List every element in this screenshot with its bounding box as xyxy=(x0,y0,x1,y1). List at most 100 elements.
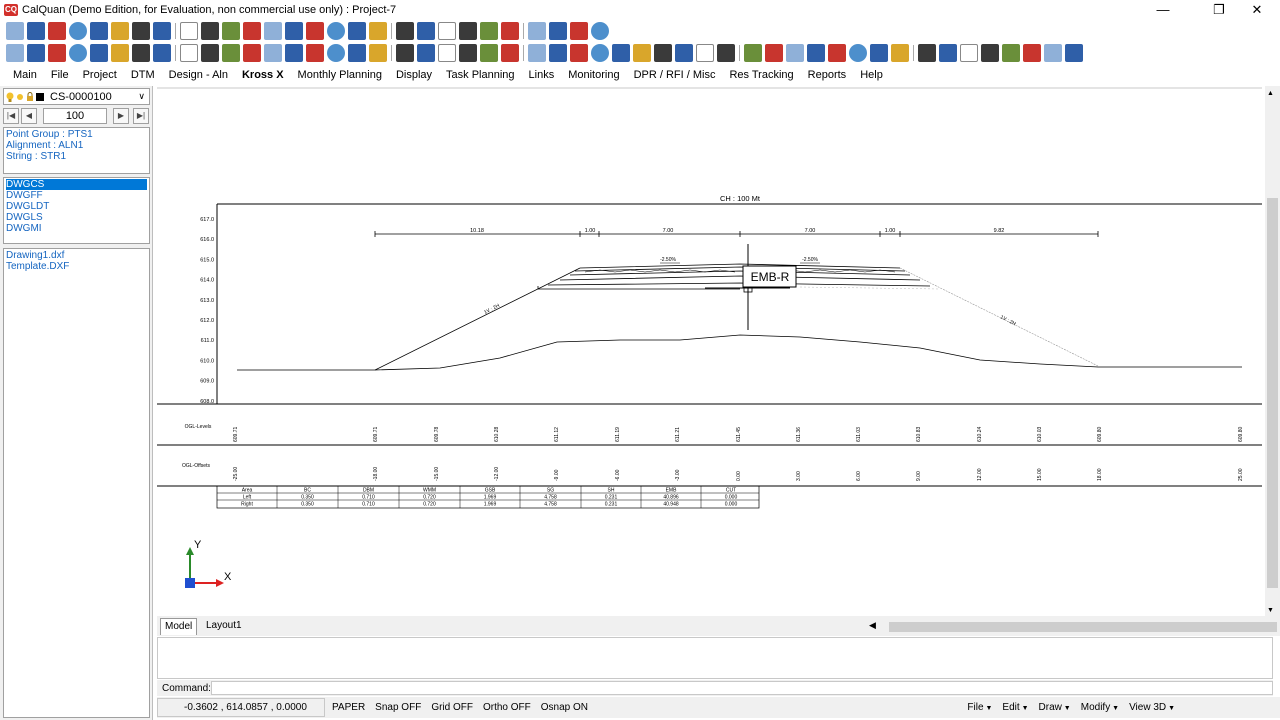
settings-icon[interactable] xyxy=(549,44,567,62)
print-icon[interactable] xyxy=(6,44,24,62)
text-icon[interactable] xyxy=(201,22,219,40)
cut-icon[interactable] xyxy=(348,22,366,40)
menu-links[interactable]: Links xyxy=(522,69,562,81)
menu-dpr-rfi-misc[interactable]: DPR / RFI / Misc xyxy=(627,69,723,81)
text-style-icon[interactable] xyxy=(675,44,693,62)
menu-kross-x[interactable]: Kross X xyxy=(235,69,291,81)
last-section-button[interactable]: ▶| xyxy=(133,107,149,124)
extend-icon[interactable] xyxy=(654,44,672,62)
text-icon[interactable] xyxy=(591,22,609,40)
rotate-icon[interactable] xyxy=(939,44,957,62)
command-input[interactable] xyxy=(211,681,1273,695)
move-icon[interactable] xyxy=(918,44,936,62)
cross-section-dropdown[interactable]: CS-0000100 ∨ xyxy=(3,88,150,105)
bulb-icon[interactable] xyxy=(48,44,66,62)
menu-dtm[interactable]: DTM xyxy=(124,69,162,81)
undo-icon[interactable] xyxy=(786,44,804,62)
open-icon[interactable] xyxy=(417,22,435,40)
menu-help[interactable]: Help xyxy=(853,69,890,81)
print-icon[interactable] xyxy=(348,44,366,62)
layer-item[interactable]: DWGMI xyxy=(6,223,147,234)
zoom-out-icon[interactable] xyxy=(153,44,171,62)
undo-icon[interactable] xyxy=(438,44,456,62)
snap-icon[interactable] xyxy=(369,44,387,62)
close-button[interactable]: ✕ xyxy=(1234,0,1280,20)
bulb-icon[interactable] xyxy=(396,44,414,62)
scroll-down-icon[interactable]: ▼ xyxy=(1267,607,1274,614)
polyline-icon[interactable] xyxy=(222,22,240,40)
status-menu-file[interactable]: File ▼ xyxy=(962,702,997,713)
hscroll-thumb[interactable] xyxy=(889,622,1277,632)
menu-res-tracking[interactable]: Res Tracking xyxy=(722,69,800,81)
menu-monthly-planning[interactable]: Monthly Planning xyxy=(291,69,389,81)
menu-reports[interactable]: Reports xyxy=(801,69,854,81)
mode-snap-off[interactable]: Snap OFF xyxy=(370,702,426,713)
chainage-input[interactable]: 100 xyxy=(43,107,107,124)
status-menu-edit[interactable]: Edit ▼ xyxy=(997,702,1033,713)
move-icon[interactable] xyxy=(222,44,240,62)
horizontal-scrollbar[interactable]: ◀ ▶ xyxy=(869,619,1280,634)
zoom-window-icon[interactable] xyxy=(549,22,567,40)
redo-icon[interactable] xyxy=(807,44,825,62)
next-section-button[interactable]: ▶ xyxy=(113,107,129,124)
snap-icon[interactable] xyxy=(27,44,45,62)
text-style-icon[interactable] xyxy=(327,44,345,62)
new-icon[interactable] xyxy=(6,22,24,40)
trim-icon[interactable] xyxy=(285,44,303,62)
settings-icon[interactable] xyxy=(891,44,909,62)
tab-model[interactable]: Model xyxy=(160,618,198,635)
magnet-icon[interactable] xyxy=(69,44,87,62)
pan-icon[interactable] xyxy=(132,22,150,40)
new-icon[interactable] xyxy=(396,22,414,40)
zoom-out-icon[interactable] xyxy=(849,44,867,62)
status-menu-modify[interactable]: Modify ▼ xyxy=(1076,702,1124,713)
chevron-down-icon[interactable]: ∨ xyxy=(138,91,145,102)
layer-icon[interactable] xyxy=(459,22,477,40)
scroll-thumb[interactable] xyxy=(1267,198,1278,588)
open-icon[interactable] xyxy=(27,22,45,40)
undo-icon[interactable] xyxy=(90,44,108,62)
point-icon[interactable] xyxy=(90,22,108,40)
prev-section-button[interactable]: ◀ xyxy=(21,107,37,124)
zoom-window-icon[interactable] xyxy=(153,22,171,40)
menu-main[interactable]: Main xyxy=(6,69,44,81)
save-icon[interactable] xyxy=(48,22,66,40)
menu-monitoring[interactable]: Monitoring xyxy=(561,69,626,81)
text-style-icon[interactable] xyxy=(1023,44,1041,62)
layer-item[interactable]: DWGLDT xyxy=(6,201,147,212)
magnet-icon[interactable] xyxy=(765,44,783,62)
redo-icon[interactable] xyxy=(111,44,129,62)
circle-icon[interactable] xyxy=(243,22,261,40)
print-icon[interactable] xyxy=(1044,44,1062,62)
grid-icon[interactable] xyxy=(111,22,129,40)
file-item[interactable]: Drawing1.dxf xyxy=(6,250,147,261)
status-menu-draw[interactable]: Draw ▼ xyxy=(1034,702,1076,713)
zoom-in-icon[interactable] xyxy=(480,44,498,62)
menu-display[interactable]: Display xyxy=(389,69,439,81)
status-menu-view-3d[interactable]: View 3D ▼ xyxy=(1124,702,1180,713)
mirror-icon[interactable] xyxy=(264,44,282,62)
first-section-button[interactable]: |◀ xyxy=(3,107,19,124)
snap-icon[interactable] xyxy=(717,44,735,62)
trim-icon[interactable] xyxy=(981,44,999,62)
dimension-icon[interactable] xyxy=(306,22,324,40)
drawing-canvas[interactable]: CH : 100 Mt 617.0 616.0 615.0 614.0 613.0 612… xyxy=(157,86,1265,616)
redo-icon[interactable] xyxy=(459,44,477,62)
grid-icon[interactable] xyxy=(501,22,519,40)
layer-item[interactable]: DWGCS xyxy=(6,179,147,190)
mode-paper[interactable]: PAPER xyxy=(327,702,370,713)
move-icon[interactable] xyxy=(570,44,588,62)
layer-icon[interactable] xyxy=(69,22,87,40)
minimize-button[interactable]: — xyxy=(1140,0,1186,20)
zoom-extents-icon[interactable] xyxy=(180,22,198,40)
pan-icon[interactable] xyxy=(528,22,546,40)
scroll-left-icon[interactable]: ◀ xyxy=(869,620,876,631)
trim-icon[interactable] xyxy=(633,44,651,62)
mode-grid-off[interactable]: Grid OFF xyxy=(426,702,478,713)
table-icon[interactable] xyxy=(180,44,198,62)
rectangle-icon[interactable] xyxy=(285,22,303,40)
file-item[interactable]: Template.DXF xyxy=(6,261,147,272)
mirror-icon[interactable] xyxy=(960,44,978,62)
menu-file[interactable]: File xyxy=(44,69,76,81)
print-icon[interactable] xyxy=(696,44,714,62)
